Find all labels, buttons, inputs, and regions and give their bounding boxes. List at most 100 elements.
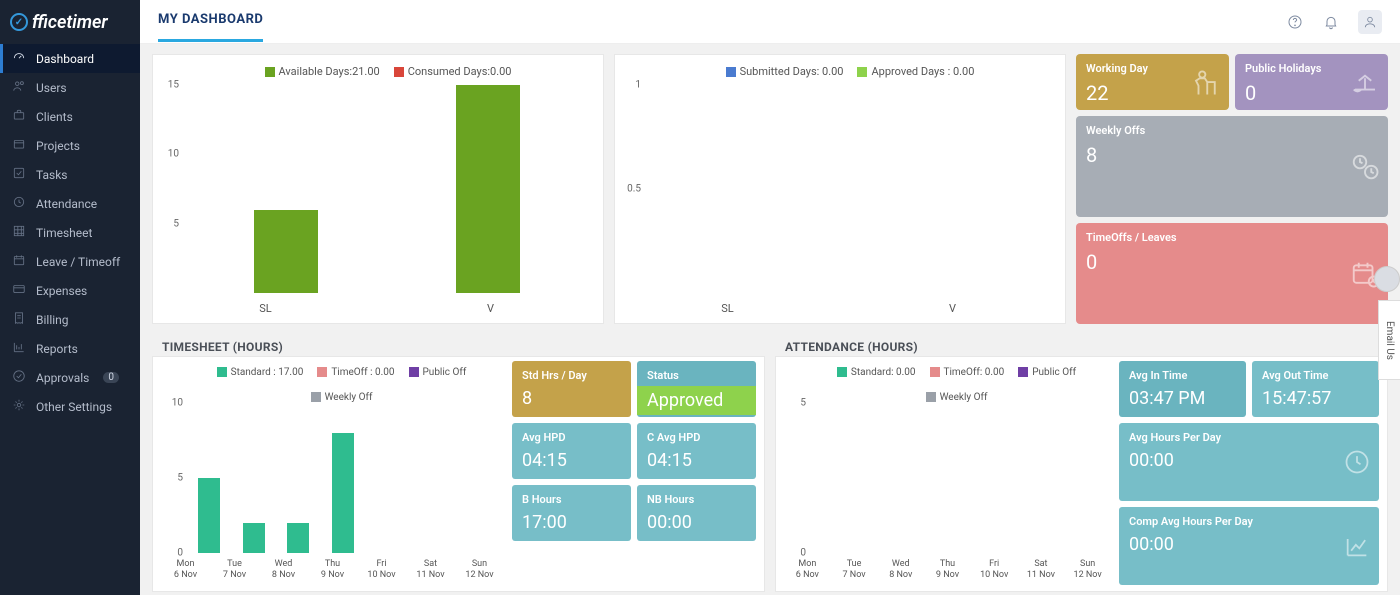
kpi-value: 8 xyxy=(1086,143,1378,167)
gauge-icon xyxy=(12,50,26,67)
tile-avg-hpd[interactable]: Avg HPD 04:15 xyxy=(512,423,631,479)
tile-label: Std Hrs / Day xyxy=(522,369,621,382)
sidebar-item-label: Other Settings xyxy=(36,400,112,414)
tile-value: 00:00 xyxy=(1129,450,1369,471)
bell-icon[interactable] xyxy=(1322,13,1340,31)
sidebar-item-users[interactable]: Users xyxy=(0,73,140,102)
leave-submitted-chart: Submitted Days: 0.00Approved Days : 0.00… xyxy=(614,54,1066,324)
sidebar-item-expenses[interactable]: Expenses xyxy=(0,276,140,305)
tile-nb-hours[interactable]: NB Hours 00:00 xyxy=(637,485,756,541)
timesheet-section: TIMESHEET (HOURS) Standard : 17.00TimeOf… xyxy=(152,332,765,592)
sidebar-item-label: Timesheet xyxy=(36,226,92,240)
timesheet-chart: Standard : 17.00TimeOff : 0.00Public Off… xyxy=(161,361,504,585)
sidebar-item-reports[interactable]: Reports xyxy=(0,334,140,363)
tile-value: 00:00 xyxy=(1129,534,1369,555)
sidebar-item-attendance[interactable]: Attendance xyxy=(0,189,140,218)
tile-b-hours[interactable]: B Hours17:00 xyxy=(512,485,631,541)
tile-avg-hpd[interactable]: Avg Hours Per Day 00:00 xyxy=(1119,423,1379,501)
nav: Dashboard Users Clients Projects Tasks Attend… xyxy=(0,44,140,421)
clock-icon xyxy=(12,195,26,212)
sidebar-item-timesheet[interactable]: Timesheet xyxy=(0,218,140,247)
sidebar-item-approvals[interactable]: Approvals 0 xyxy=(0,363,140,392)
tile-label: Avg Out Time xyxy=(1262,369,1369,382)
tile-avg-in[interactable]: Avg In Time 03:47 PM xyxy=(1119,361,1246,417)
tile-label: Avg HPD xyxy=(522,431,621,444)
tile-label: Status xyxy=(647,369,746,382)
tile-value: Approved xyxy=(637,386,756,415)
check-sq-icon xyxy=(12,166,26,183)
tile-status[interactable]: Status Approved xyxy=(637,361,756,417)
box-icon xyxy=(12,137,26,154)
attendance-section: ATTENDANCE (HOURS) Standard: 0.00TimeOff… xyxy=(775,332,1388,592)
kpi-working-day[interactable]: Working Day 22 xyxy=(1076,54,1229,110)
email-us-tab[interactable]: Email Us xyxy=(1378,300,1400,380)
sidebar-item-label: Projects xyxy=(36,139,80,153)
section-title: ATTENDANCE (HOURS) xyxy=(775,332,1388,356)
header: MY DASHBOARD xyxy=(140,0,1400,44)
kpi-public-holidays[interactable]: Public Holidays 0 xyxy=(1235,54,1388,110)
leave-available-chart: Available Days:21.00Consumed Days:0.00 5… xyxy=(152,54,604,324)
tile-comp-avg[interactable]: Comp Avg Hours Per Day 00:00 xyxy=(1119,507,1379,585)
kpi-weekly-offs[interactable]: Weekly Offs 8 xyxy=(1076,116,1388,217)
briefcase-icon xyxy=(12,108,26,125)
sidebar-item-projects[interactable]: Projects xyxy=(0,131,140,160)
sidebar-item-label: Leave / Timeoff xyxy=(36,255,120,269)
help-icon[interactable] xyxy=(1286,13,1304,31)
tile-value: 04:15 xyxy=(647,450,746,471)
kpi-label: Weekly Offs xyxy=(1086,124,1378,137)
grid-icon xyxy=(12,224,26,241)
tile-value: 03:47 PM xyxy=(1129,388,1236,409)
sidebar-item-tasks[interactable]: Tasks xyxy=(0,160,140,189)
section-title: TIMESHEET (HOURS) xyxy=(152,332,765,356)
tile-value: 17:00 xyxy=(522,512,621,533)
tile-label: Avg In Time xyxy=(1129,369,1236,382)
attendance-chart: Standard: 0.00TimeOff: 0.00Public OffWee… xyxy=(784,361,1111,585)
sidebar-item-dashboard[interactable]: Dashboard xyxy=(0,44,140,73)
tile-c-avg-hpd[interactable]: C Avg HPD 04:15 xyxy=(637,423,756,479)
users-icon xyxy=(12,79,26,96)
receipt-icon xyxy=(12,311,26,328)
tile-label: Comp Avg Hours Per Day xyxy=(1129,515,1369,528)
sidebar-item-label: Tasks xyxy=(36,168,68,182)
attendance-tiles: Avg In Time 03:47 PM Avg Out Time 15:47:57… xyxy=(1119,361,1379,585)
sidebar-item-leave-timeoff[interactable]: Leave / Timeoff xyxy=(0,247,140,276)
tile-value: 00:00 xyxy=(647,512,746,533)
logo-text: fficetimer xyxy=(32,12,108,33)
tile-value: 15:47:57 xyxy=(1262,388,1369,409)
timesheet-tiles: Std Hrs / Day 8 Status Approved Avg HPD 04:… xyxy=(512,361,756,585)
sidebar-item-label: Approvals xyxy=(36,371,89,385)
sidebar-item-label: Expenses xyxy=(36,284,87,298)
kpi-label: TimeOffs / Leaves xyxy=(1086,231,1378,244)
tile-avg-out[interactable]: Avg Out Time 15:47:57 xyxy=(1252,361,1379,417)
calendar-icon xyxy=(12,253,26,270)
logo[interactable]: ✓ fficetimer xyxy=(0,0,140,44)
tile-label: Avg Hours Per Day xyxy=(1129,431,1369,444)
sidebar-item-label: Clients xyxy=(36,110,73,124)
sidebar-item-other-settings[interactable]: Other Settings xyxy=(0,392,140,421)
gear-icon xyxy=(12,398,26,415)
sidebar-item-label: Reports xyxy=(36,342,78,356)
tile-label: C Avg HPD xyxy=(647,431,746,444)
kpi-timeoffs[interactable]: TimeOffs / Leaves 0 xyxy=(1076,223,1388,324)
sidebar-item-clients[interactable]: Clients xyxy=(0,102,140,131)
tile-std-hrs[interactable]: Std Hrs / Day 8 xyxy=(512,361,631,417)
sidebar-item-label: Attendance xyxy=(36,197,97,211)
badge: 0 xyxy=(103,372,119,383)
sidebar-item-label: Users xyxy=(36,81,67,95)
kpi-value: 0 xyxy=(1086,250,1378,274)
support-avatar[interactable] xyxy=(1374,266,1400,292)
sidebar: ✓ fficetimer Dashboard Users Clients Projec… xyxy=(0,0,140,595)
top-kpi-column: Working Day 22 Public Holidays 0 Weekly … xyxy=(1076,54,1388,324)
page-title: MY DASHBOARD xyxy=(158,12,263,42)
content: Available Days:21.00Consumed Days:0.00 5… xyxy=(140,48,1400,595)
check-circle-icon xyxy=(12,369,26,386)
user-avatar[interactable] xyxy=(1358,10,1382,34)
sidebar-item-billing[interactable]: Billing xyxy=(0,305,140,334)
sidebar-item-label: Billing xyxy=(36,313,69,327)
chart-icon xyxy=(12,340,26,357)
card-icon xyxy=(12,282,26,299)
logo-check-icon: ✓ xyxy=(10,13,28,31)
tile-value: 04:15 xyxy=(522,450,621,471)
tile-label: NB Hours xyxy=(647,493,746,506)
tile-value: 8 xyxy=(522,388,621,409)
